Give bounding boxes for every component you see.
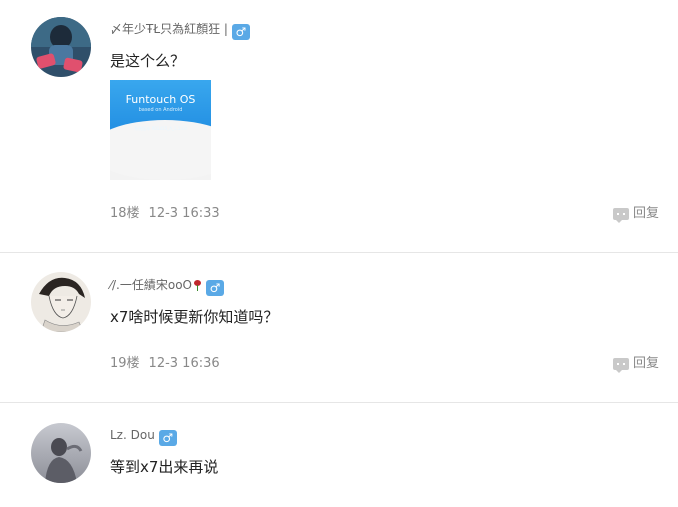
reply-label: 回复 [632, 206, 659, 221]
username[interactable]: Lz. Dou ♂ [110, 427, 177, 446]
username[interactable]: 〆年少ŦŁ只為紅顏狂 | ♂ [110, 21, 250, 40]
post-content: 是这个么？ [110, 52, 186, 70]
username-text[interactable]: ⁄/.一任績宋ooO [110, 278, 192, 292]
post-time: 12-3 16:36 [148, 356, 220, 371]
male-icon: ♂ [206, 280, 224, 296]
avatar-image [31, 272, 91, 332]
rose-icon [193, 280, 202, 291]
male-icon: ♂ [158, 430, 177, 446]
username[interactable]: ⁄/.一任績宋ooO ♂ [110, 277, 224, 296]
image-title: Funtouch OS [125, 93, 196, 106]
post-meta: 19楼 12-3 16:36 [110, 355, 220, 373]
username-text[interactable]: Lz. Dou [110, 428, 155, 442]
avatar[interactable] [31, 17, 91, 77]
avatar-image [31, 17, 91, 77]
comment-icon [612, 208, 629, 223]
floor-number: 18楼 [110, 206, 140, 221]
post-time: 12-3 16:33 [148, 206, 220, 221]
male-icon: ♂ [231, 24, 250, 40]
post-content: 等到x7出来再说 [110, 458, 219, 476]
post-content: x7啥时候更新你知道吗？ [110, 308, 279, 326]
reply-button[interactable]: 回复 [612, 355, 659, 373]
post: Lz. Dou ♂ 等到x7出来再说 [0, 403, 678, 507]
floor-number: 19楼 [110, 356, 140, 371]
post-image[interactable]: Funtouch OS based on Android 系统版本 PD1415… [110, 80, 211, 180]
comment-icon [612, 358, 629, 373]
post: ⁄/.一任績宋ooO ♂ x7啥时候更新你知道吗？ 19楼 12-3 16:36 回… [0, 253, 678, 402]
avatar[interactable] [31, 272, 91, 332]
image-subtitle: based on Android [138, 107, 183, 113]
reply-button[interactable]: 回复 [612, 205, 659, 223]
post-meta: 18楼 12-3 16:33 [110, 205, 220, 223]
post: 〆年少ŦŁ只為紅顏狂 | ♂ 是这个么？ Funtouch OS based on… [0, 0, 678, 252]
avatar[interactable] [31, 423, 91, 483]
reply-label: 回复 [632, 356, 659, 371]
image-detail: 系统版本 PD1415_A_1.13.0 [134, 126, 187, 131]
username-text[interactable]: 〆年少ŦŁ只為紅顏狂 | [110, 22, 228, 36]
avatar-image [31, 423, 91, 483]
